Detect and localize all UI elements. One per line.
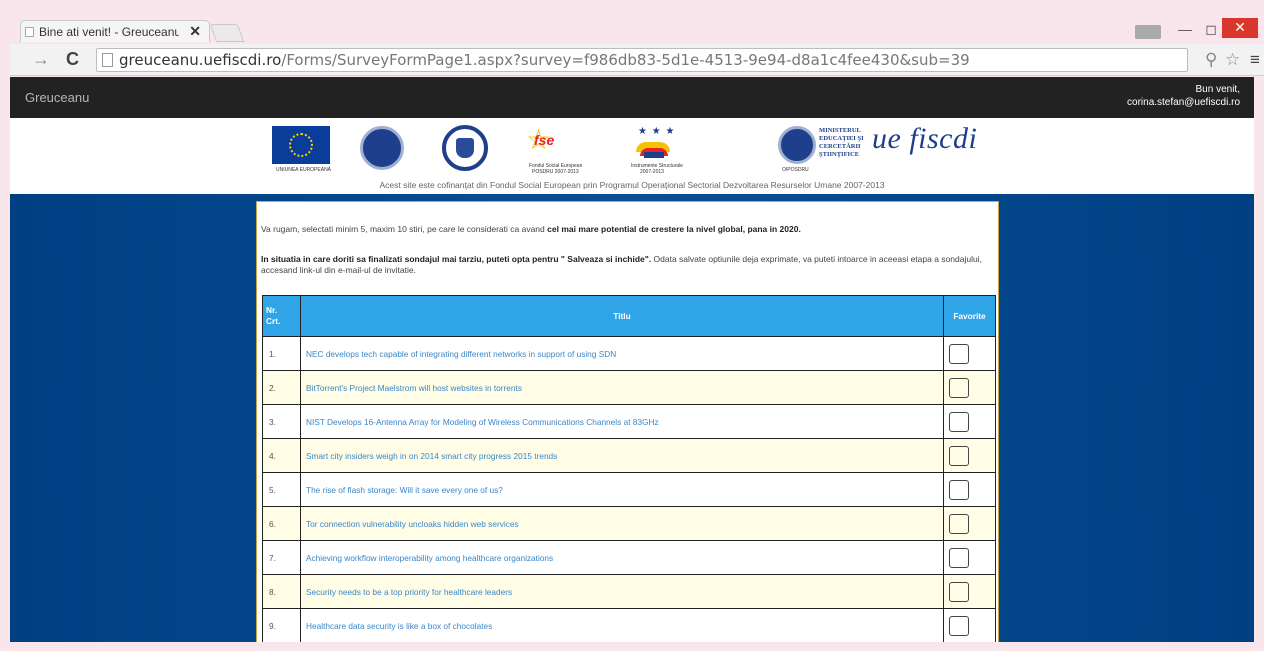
user-email[interactable]: corina.stefan@uefiscdi.ro: [1127, 96, 1240, 109]
favorite-checkbox[interactable]: [949, 615, 969, 636]
table-row: 6. Tor connection vulnerability uncloaks …: [262, 506, 996, 541]
tab-title: Bine ati venit! - Greuceanu: [39, 25, 179, 39]
row-number: 7.: [262, 540, 301, 575]
favorite-checkbox[interactable]: [949, 377, 969, 398]
row-number: 8.: [262, 574, 301, 609]
minimize-icon[interactable]: —: [1172, 20, 1198, 40]
page-favicon-icon: [25, 27, 34, 37]
uefiscdi-logo: ue fiscdi: [872, 122, 978, 155]
row-number: 6.: [262, 506, 301, 541]
new-tab-button[interactable]: [209, 24, 245, 42]
table-row: 9. Healthcare data security is like a box…: [262, 608, 996, 642]
instr-caption-2: 2007-2013: [640, 169, 664, 175]
browser-toolbar: → C greuceanu.uefiscdi.ro/Forms/SurveyFo…: [10, 44, 1264, 76]
favorite-checkbox[interactable]: [949, 513, 969, 534]
site-navbar: Greuceanu Bun venit, corina.stefan@uefis…: [10, 77, 1254, 118]
cofinance-notice: Acest site este cofinanţat din Fondul So…: [379, 180, 885, 190]
zoom-icon[interactable]: ⚲: [1205, 50, 1217, 70]
ministry-seal-logo: [442, 125, 488, 171]
star-icon[interactable]: ☆: [1225, 50, 1240, 70]
table-row: 3. NIST Develops 16-Antenna Array for Mod…: [262, 404, 996, 439]
news-table: Nr. Crt. Titlu Favorite 1. NEC develops te…: [262, 295, 996, 642]
web-page: Greuceanu Bun venit, corina.stefan@uefis…: [10, 77, 1254, 642]
favorite-checkbox[interactable]: [949, 547, 969, 568]
address-bar[interactable]: greuceanu.uefiscdi.ro/Forms/SurveyFormPa…: [96, 48, 1188, 72]
fse-logo: ☆ fse: [526, 124, 555, 155]
news-title-link[interactable]: Tor connection vulnerability uncloaks hi…: [300, 506, 944, 541]
table-row: 5. The rise of flash storage: Will it sav…: [262, 472, 996, 507]
table-row: 2. BitTorrent's Project Maelstrom will ho…: [262, 370, 996, 405]
survey-panel: Va rugam, selectati minim 5, maxim 10 st…: [256, 201, 999, 642]
row-number: 4.: [262, 438, 301, 473]
eu-flag-logo: [272, 126, 330, 164]
government-seal-logo: [360, 126, 404, 170]
col-header-title: Titlu: [300, 295, 944, 337]
favorite-cell: [943, 404, 996, 439]
reload-icon[interactable]: C: [66, 49, 79, 70]
brand-link[interactable]: Greuceanu: [25, 90, 89, 105]
favorite-checkbox[interactable]: [949, 411, 969, 432]
favorite-cell: [943, 438, 996, 473]
favorite-checkbox[interactable]: [949, 479, 969, 500]
favorite-cell: [943, 608, 996, 642]
favorite-checkbox[interactable]: [949, 343, 969, 364]
tab-strip: Bine ati venit! - Greuceanu ✕: [10, 20, 1264, 42]
favorite-checkbox[interactable]: [949, 581, 969, 602]
fse-caption-2: POSDRU 2007-2013: [532, 169, 579, 175]
survey-instructions: Va rugam, selectati minim 5, maxim 10 st…: [261, 224, 801, 234]
row-number: 1.: [262, 336, 301, 371]
news-title-link[interactable]: The rise of flash storage: Will it save …: [300, 472, 944, 507]
favorite-cell: [943, 472, 996, 507]
oi-caption: OIPOSDRU: [782, 167, 809, 173]
url-host: greuceanu.uefiscdi.ro: [119, 51, 282, 69]
eu-caption: UNIUNEA EUROPEANĂ: [276, 167, 332, 173]
favorite-checkbox[interactable]: [949, 445, 969, 466]
news-title-link[interactable]: BitTorrent's Project Maelstrom will host…: [300, 370, 944, 405]
back-arrow-icon[interactable]: →: [32, 49, 50, 70]
maximize-icon[interactable]: ◻: [1198, 20, 1224, 40]
news-title-link[interactable]: Healthcare data security is like a box o…: [300, 608, 944, 642]
favorite-cell: [943, 370, 996, 405]
browser-tab[interactable]: Bine ati venit! - Greuceanu ✕: [20, 20, 210, 42]
table-row: 8. Security needs to be a top priority fo…: [262, 574, 996, 609]
news-title-link[interactable]: Smart city insiders weigh in on 2014 sma…: [300, 438, 944, 473]
table-row: 7. Achieving workflow interoperability am…: [262, 540, 996, 575]
page-icon: [102, 53, 113, 67]
row-number: 9.: [262, 608, 301, 642]
save-instructions: In situatia in care doriti sa finalizati…: [261, 254, 982, 275]
table-row: 4. Smart city insiders weigh in on 2014 s…: [262, 438, 996, 473]
favorite-cell: [943, 540, 996, 575]
favorite-cell: [943, 506, 996, 541]
oiposdru-seal-logo: [778, 126, 816, 164]
news-title-link[interactable]: NEC develops tech capable of integrating…: [300, 336, 944, 371]
user-welcome: Bun venit, corina.stefan@uefiscdi.ro: [1127, 83, 1240, 109]
url-path: /Forms/SurveyFormPage1.aspx?survey=f986d…: [281, 51, 970, 69]
menu-icon[interactable]: ≡: [1250, 50, 1260, 70]
favorite-cell: [943, 574, 996, 609]
table-row: 1. NEC develops tech capable of integrati…: [262, 336, 996, 371]
welcome-greeting: Bun venit,: [1195, 84, 1240, 95]
window-menu-icon[interactable]: [1135, 25, 1161, 39]
news-title-link[interactable]: Security needs to be a top priority for …: [300, 574, 944, 609]
favorite-cell: [943, 336, 996, 371]
news-title-link[interactable]: NIST Develops 16-Antenna Array for Model…: [300, 404, 944, 439]
structural-instruments-logo: ★ ★ ★: [630, 124, 676, 162]
sponsor-logos: UNIUNEA EUROPEANĂ ☆ fse Fondul Social Eur…: [10, 118, 1254, 194]
row-number: 2.: [262, 370, 301, 405]
window-close-icon[interactable]: ✕: [1222, 18, 1258, 38]
row-number: 5.: [262, 472, 301, 507]
col-header-nr: Nr. Crt.: [262, 295, 301, 337]
col-header-favorite: Favorite: [943, 295, 996, 337]
news-title-link[interactable]: Achieving workflow interoperability amon…: [300, 540, 944, 575]
tab-close-icon[interactable]: ✕: [189, 23, 201, 40]
ministry-name: MINISTERUL EDUCAŢIEI ŞI CERCETĂRII ŞTIIN…: [819, 127, 864, 158]
row-number: 3.: [262, 404, 301, 439]
